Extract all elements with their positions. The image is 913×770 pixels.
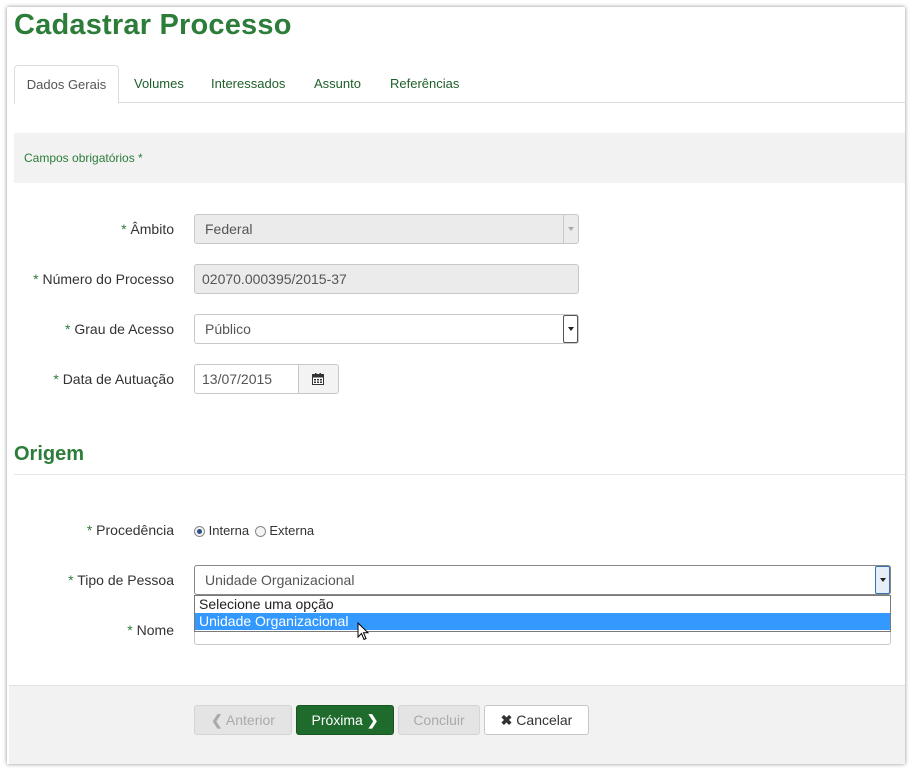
anterior-button[interactable]: ❮ Anterior [194, 705, 292, 735]
required-asterisk: * [86, 522, 93, 538]
tipo-pessoa-value: Unidade Organizacional [205, 572, 355, 588]
grau-value: Público [205, 321, 251, 337]
radio-externa-label: Externa [269, 523, 315, 538]
tab-bar: Dados Gerais Volumes Interessados Assunt… [14, 65, 905, 104]
dropdown-option[interactable]: Selecione uma opção [195, 596, 890, 613]
tab-referencias[interactable]: Referências [390, 65, 459, 102]
radio-interna[interactable] [194, 526, 205, 538]
data-autuacao-field[interactable]: 13/07/2015 [194, 364, 299, 394]
chevron-left-icon: ❮ [211, 712, 223, 728]
ambito-value: Federal [205, 221, 253, 237]
section-divider [14, 474, 905, 475]
procedencia-radio-group: Interna Externa [194, 523, 314, 538]
data-value: 13/07/2015 [202, 371, 273, 387]
numero-value: 02070.000395/2015-37 [202, 271, 347, 287]
proxima-button[interactable]: Próxima ❯ [296, 705, 394, 735]
required-fields-notice: Campos obrigatórios * [14, 133, 905, 183]
chevron-down-icon [563, 315, 578, 343]
required-asterisk: * [127, 622, 133, 638]
grau-label: * Grau de Acesso [65, 321, 174, 337]
radio-interna-label: Interna [208, 523, 250, 538]
page-title: Cadastrar Processo [14, 9, 292, 41]
radio-externa[interactable] [254, 526, 266, 538]
grau-acesso-select[interactable]: Público [194, 314, 579, 344]
required-note: Campos obrigatórios * [24, 151, 143, 165]
tab-interessados[interactable]: Interessados [211, 65, 285, 102]
ambito-label: * Âmbito [121, 221, 174, 237]
chevron-down-icon [875, 566, 890, 594]
section-title-origem: Origem [14, 443, 85, 465]
required-asterisk: * [68, 572, 74, 588]
tab-dados-gerais[interactable]: Dados Gerais [14, 65, 119, 104]
dropdown-option-highlighted[interactable]: Unidade Organizacional [195, 613, 890, 630]
cursor-icon [357, 622, 370, 641]
chevron-right-icon: ❯ [366, 712, 379, 728]
tab-assunto[interactable]: Assunto [314, 65, 361, 102]
numero-label: * Número do Processo [33, 271, 174, 287]
tipo-pessoa-dropdown: Selecione uma opção Unidade Organizacion… [194, 595, 891, 632]
required-asterisk: * [121, 221, 127, 237]
close-icon: ✖ [500, 712, 513, 728]
calendar-button[interactable] [298, 364, 339, 394]
calendar-icon [312, 373, 324, 385]
tab-volumes[interactable]: Volumes [134, 65, 184, 102]
numero-processo-field[interactable]: 02070.000395/2015-37 [194, 264, 579, 294]
tipo-pessoa-select[interactable]: Unidade Organizacional [194, 565, 891, 595]
data-label: * Data de Autuação [53, 371, 174, 387]
chevron-down-icon [563, 215, 578, 243]
procedencia-label: * Procedência [86, 522, 174, 538]
required-asterisk: * [33, 271, 39, 287]
required-asterisk: * [65, 321, 71, 337]
ambito-select[interactable]: Federal [194, 214, 579, 244]
required-asterisk: * [53, 371, 59, 387]
tipo-pessoa-label: * Tipo de Pessoa [68, 572, 174, 588]
nome-label: * Nome [127, 622, 174, 638]
cancelar-button[interactable]: ✖ Cancelar [484, 705, 589, 735]
concluir-button[interactable]: Concluir [398, 705, 480, 735]
